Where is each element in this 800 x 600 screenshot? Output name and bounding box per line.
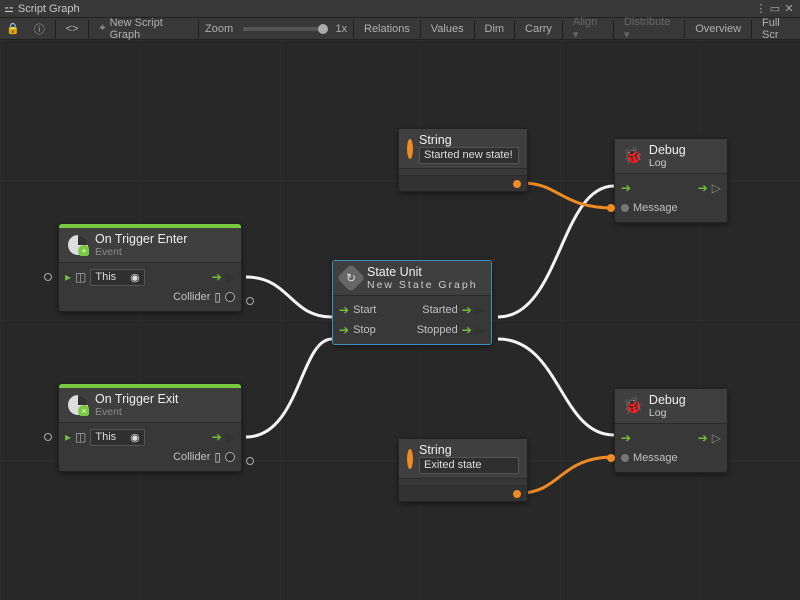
zoom-label: Zoom	[205, 23, 233, 35]
flow-in-port[interactable]: ➔	[621, 181, 631, 195]
node-on-trigger-exit[interactable]: × On Trigger Exit Event ▸ ◫ This◉ ➔ ▶ Co…	[58, 383, 242, 472]
page-icon: ▯	[214, 290, 221, 304]
data-in-port[interactable]	[607, 454, 615, 462]
stop-in-port[interactable]: ➔	[339, 323, 349, 337]
node-subtitle: New State Graph	[367, 279, 478, 291]
node-subtitle: Log	[649, 157, 686, 169]
output-port[interactable]	[246, 297, 254, 305]
zoom-value: 1x	[335, 23, 347, 35]
node-subtitle: Event	[95, 246, 187, 258]
lock-icon[interactable]: 🔒	[2, 22, 24, 35]
node-title: State Unit	[367, 265, 478, 279]
page-icon: ▯	[214, 450, 221, 464]
node-debug-log[interactable]: 🐞 Debug Log ➔ ➔ ▷ Message	[614, 138, 728, 223]
node-on-trigger-enter[interactable]: + On Trigger Enter Event ▸ ◫ This◉ ➔ ▶ C…	[58, 223, 242, 312]
node-subtitle: Log	[649, 407, 686, 419]
self-dropdown[interactable]: This◉	[90, 429, 144, 446]
message-in-port[interactable]	[621, 204, 629, 212]
node-title: String	[419, 443, 519, 457]
flow-out-port[interactable]: ➔	[212, 270, 222, 284]
self-dropdown[interactable]: This◉	[90, 269, 144, 286]
code-icon[interactable]: <>	[62, 23, 83, 35]
data-out-port[interactable]	[513, 180, 521, 188]
flow-in-port[interactable]: ➔	[621, 431, 631, 445]
node-title: String	[419, 133, 519, 147]
node-title: On Trigger Enter	[95, 232, 187, 246]
graph-canvas[interactable]: + On Trigger Enter Event ▸ ◫ This◉ ➔ ▶ C…	[0, 40, 800, 600]
node-string-literal[interactable]: String Exited state	[398, 438, 528, 502]
start-in-port[interactable]: ➔	[339, 303, 349, 317]
align-button[interactable]: Align ▾	[569, 16, 607, 41]
bug-icon: 🐞	[623, 146, 643, 166]
data-out-port[interactable]	[513, 490, 521, 498]
svg-text:+: +	[81, 246, 86, 256]
output-port[interactable]	[246, 457, 254, 465]
node-debug-log[interactable]: 🐞 Debug Log ➔ ➔ ▷ Message	[614, 388, 728, 473]
toolbar: 🔒 ⓘ <> ⌖ New Script Graph Zoom 1x Relati…	[0, 18, 800, 40]
node-state-unit[interactable]: ↻ State Unit New State Graph ➔ Start Sta…	[332, 260, 492, 345]
node-subtitle: Event	[95, 406, 178, 418]
titlebar: ⚍ Script Graph ⋮ ▭ ✕	[0, 0, 800, 18]
message-label: Message	[633, 202, 678, 214]
info-icon[interactable]: ⓘ	[30, 21, 49, 37]
data-out-port[interactable]	[225, 292, 235, 302]
string-type-icon	[407, 449, 413, 469]
message-in-port[interactable]	[621, 454, 629, 462]
data-in-port[interactable]	[607, 204, 615, 212]
svg-text:×: ×	[81, 406, 86, 416]
string-value-field[interactable]: Exited state	[419, 457, 519, 474]
event-icon: ×	[67, 394, 89, 416]
started-label: Started	[422, 304, 457, 316]
message-label: Message	[633, 452, 678, 464]
string-type-icon	[407, 139, 413, 159]
carry-button[interactable]: Carry	[521, 23, 556, 35]
flow-in-port[interactable]: ▸	[65, 430, 71, 444]
flow-arrow-icon: ▶	[476, 323, 485, 337]
flow-arrow-icon: ▶	[476, 303, 485, 317]
minimize-icon[interactable]: ▭	[768, 2, 782, 15]
flow-in-port[interactable]: ▸	[65, 270, 71, 284]
stopped-label: Stopped	[417, 324, 458, 336]
input-port[interactable]	[44, 433, 52, 441]
data-out-port[interactable]	[225, 452, 235, 462]
window-title: Script Graph	[18, 3, 80, 15]
zoom-slider[interactable]	[243, 27, 325, 31]
values-button[interactable]: Values	[427, 23, 468, 35]
stop-label: Stop	[353, 324, 376, 336]
start-label: Start	[353, 304, 376, 316]
flow-arrow-icon: ▶	[226, 430, 235, 444]
graph-picker[interactable]: ⌖ New Script Graph	[95, 17, 192, 41]
output-label: Collider	[173, 291, 210, 303]
cube-icon: ◫	[75, 270, 86, 284]
flow-arrow-icon: ▶	[226, 270, 235, 284]
flow-out-port[interactable]: ➔	[212, 430, 222, 444]
node-title: On Trigger Exit	[95, 392, 178, 406]
hierarchy-icon: ⚍	[4, 2, 14, 15]
started-out-port[interactable]: ➔	[462, 303, 472, 317]
bug-icon: 🐞	[623, 396, 643, 416]
cube-icon: ◫	[75, 430, 86, 444]
flow-arrow-icon: ▷	[712, 431, 721, 445]
fullscreen-button[interactable]: Full Scr	[758, 17, 800, 41]
flow-arrow-icon: ▷	[712, 181, 721, 195]
distribute-button[interactable]: Distribute ▾	[620, 16, 678, 41]
close-icon[interactable]: ✕	[782, 2, 796, 15]
node-title: Debug	[649, 393, 686, 407]
menu-icon[interactable]: ⋮	[754, 2, 768, 15]
flow-out-port[interactable]: ➔	[698, 181, 708, 195]
overview-button[interactable]: Overview	[691, 23, 745, 35]
event-icon: +	[67, 234, 89, 256]
string-value-field[interactable]: Started new state!	[419, 147, 519, 164]
flow-out-port[interactable]: ➔	[698, 431, 708, 445]
node-string-literal[interactable]: String Started new state!	[398, 128, 528, 192]
output-label: Collider	[173, 451, 210, 463]
crosshair-icon: ⌖	[99, 22, 105, 35]
stopped-out-port[interactable]: ➔	[462, 323, 472, 337]
input-port[interactable]	[44, 273, 52, 281]
state-icon: ↻	[337, 264, 365, 292]
dim-button[interactable]: Dim	[481, 23, 509, 35]
relations-button[interactable]: Relations	[360, 23, 414, 35]
node-title: Debug	[649, 143, 686, 157]
graph-name: New Script Graph	[110, 17, 189, 41]
